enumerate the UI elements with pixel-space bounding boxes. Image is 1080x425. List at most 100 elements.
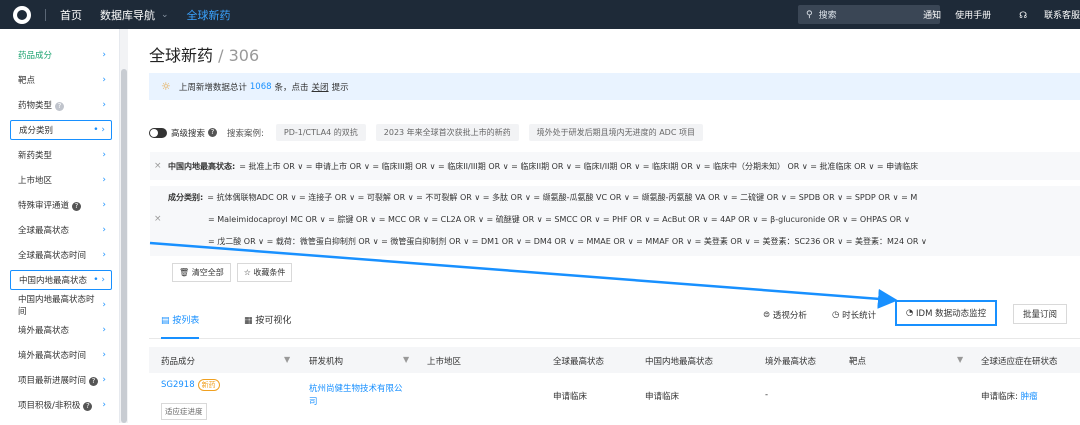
chevron-right-icon: • › [93, 275, 105, 285]
trash-icon: 🗑 [179, 268, 190, 277]
search-placeholder: 搜索 [818, 11, 837, 21]
search-example-tag[interactable]: 境外处于研发后期且境内无进度的 ADC 项目 [528, 124, 703, 141]
chevron-right-icon: › [102, 300, 106, 310]
grid-icon: ▦ [244, 316, 253, 326]
search-example-label: 搜索案例: [227, 128, 264, 139]
app-logo[interactable] [13, 5, 31, 24]
search-example-tag[interactable]: PD-1/CTLA4 的双抗 [275, 124, 366, 141]
filter-icon[interactable]: ▼ [403, 355, 409, 364]
filter-row[interactable]: = 戊二酸 OR ∨ = 载荷：微管蛋白抑制剂 OR ∨ = 微管蛋白抑制剂 O… [208, 236, 927, 247]
column-header: 上市地区 [427, 357, 462, 367]
org-link[interactable]: 杭州尚健生物技术有限公司 [309, 383, 409, 409]
main-content: 全球新药 / 306 ☼ 上周新增数据总计 1068 条，点击 关闭 提示 高级… [128, 29, 1080, 423]
sidebar-scrollbar[interactable] [120, 29, 128, 423]
sidebar-item-project-active[interactable]: 项目积极/非积极? › [10, 395, 112, 415]
filter-label: 中国内地最高状态: [168, 162, 236, 171]
idm-monitor-button[interactable]: ◔ IDM 数据动态监控 [895, 300, 997, 326]
nav-global-new-drugs[interactable]: 全球新药 [187, 7, 231, 23]
column-header[interactable]: 中国内地最高状态 [645, 355, 713, 367]
sidebar-item-drug-type[interactable]: 药物类型? › [10, 95, 112, 115]
search-example-tag[interactable]: 2023 年来全球首次获批上市的新药 [375, 124, 519, 141]
headset-icon: ☊ [1019, 11, 1028, 21]
filter-sidebar: 药品成分 › 靶点 › 药物类型? › 成分类别 • › 新药类型 › 上市地区 › 特殊审… [0, 29, 120, 423]
nav-database[interactable]: 数据库导航 ⌄ [100, 7, 169, 23]
sidebar-item-latest-progress[interactable]: 项目最新进展时间? › [10, 370, 112, 390]
tab-visualization[interactable]: ▦ 按可视化 [244, 313, 291, 326]
star-icon: ☆ [243, 268, 251, 277]
sidebar-item-market-region[interactable]: 上市地区 › [10, 170, 112, 190]
chevron-down-icon: ⌄ [161, 9, 169, 20]
sidebar-item-new-drug-type[interactable]: 新药类型 › [10, 145, 112, 165]
chevron-right-icon: › [102, 175, 106, 185]
global-status-cell: 申请临床 [553, 392, 588, 402]
sidebar-item-overseas-status[interactable]: 境外最高状态 › [10, 320, 112, 340]
column-header[interactable]: 全球最高状态 [553, 355, 604, 367]
clear-all-button[interactable]: 🗑 清空全部 [172, 263, 231, 282]
help-icon[interactable]: ? [55, 102, 65, 111]
duration-stats-button[interactable]: ◷ 时长统计 [832, 309, 876, 321]
manual-link[interactable]: 使用手册 [955, 8, 991, 21]
page-title: 全球新药 / 306 [149, 42, 259, 66]
sidebar-item-china-status[interactable]: 中国内地最高状态 • › [10, 270, 112, 290]
sidebar-item-label: 特殊审评通道 [18, 201, 70, 211]
sidebar-item-ingredient-category[interactable]: 成分类别 • › [10, 120, 112, 140]
drug-cell: SG2918 新药 [161, 379, 220, 391]
sidebar-item-china-status-time[interactable]: 中国内地最高状态时间 › [10, 295, 112, 317]
sidebar-item-global-status[interactable]: 全球最高状态 › [10, 220, 112, 240]
new-drug-badge: 新药 [197, 379, 220, 391]
filter-ingredient-category: × 成分类别: = 抗体偶联物ADC OR ∨ = 连接子 OR ∨ = 可裂解 … [150, 186, 1080, 256]
filter-row[interactable]: 成分类别: = 抗体偶联物ADC OR ∨ = 连接子 OR ∨ = 可裂解 OR… [168, 192, 917, 203]
sidebar-item-label: 中国内地最高状态时间 [18, 295, 95, 317]
top-right-links: 通知 使用手册 ☊ 联系客服 [909, 0, 1080, 29]
advanced-search-label: 高级搜索 [171, 128, 206, 139]
indication-link[interactable]: 肿瘤 [1021, 392, 1038, 402]
column-header[interactable]: 境外最高状态 [765, 355, 816, 367]
chevron-right-icon: › [102, 225, 106, 235]
help-icon[interactable]: ? [83, 402, 93, 411]
nav-home[interactable]: 首页 [60, 7, 82, 23]
help-icon[interactable]: ? [72, 202, 82, 211]
advanced-search-toggle[interactable] [149, 127, 167, 138]
clear-all-label: 清空全部 [191, 268, 224, 277]
filter-icon[interactable]: ▼ [284, 355, 290, 364]
tab-label: 按列表 [172, 316, 200, 326]
sidebar-item-special-review[interactable]: 特殊审评通道? › [10, 195, 112, 215]
chevron-right-icon: › [102, 400, 106, 410]
help-icon[interactable]: ? [89, 377, 99, 386]
batch-subscribe-button[interactable]: 批量订阅 [1013, 304, 1067, 324]
notice-close-link[interactable]: 关闭 [312, 81, 329, 93]
pivot-analysis-button[interactable]: ⊜ 透视分析 [763, 309, 807, 321]
idm-label: IDM 数据动态监控 [916, 309, 987, 319]
sidebar-item-target[interactable]: 靶点 › [10, 70, 112, 90]
chevron-right-icon: › [102, 375, 106, 385]
sidebar-item-overseas-status-time[interactable]: 境外最高状态时间 › [10, 345, 112, 365]
sidebar-item-global-status-time[interactable]: 全球最高状态时间 › [10, 245, 112, 265]
chevron-right-icon: › [102, 50, 106, 60]
scrollbar-thumb[interactable] [121, 69, 127, 423]
close-icon[interactable]: × [154, 214, 162, 224]
sidebar-item-drug-ingredient[interactable]: 药品成分 › [10, 45, 112, 65]
sidebar-item-label: 全球最高状态 [18, 226, 70, 236]
filter-row[interactable]: = Maleimidocaproyl MC OR ∨ = 腙键 OR ∨ = M… [208, 214, 910, 225]
chevron-right-icon: • › [93, 125, 105, 135]
save-conditions-button[interactable]: ☆ 收藏条件 [236, 263, 293, 282]
close-icon[interactable]: × [154, 161, 162, 171]
top-navigation-bar: 首页 数据库导航 ⌄ 全球新药 ⚲ 搜索 通知 使用手册 ☊ 联系客服 [0, 0, 1080, 29]
lightbulb-icon: ☼ [161, 80, 171, 93]
help-icon[interactable]: ? [208, 128, 218, 137]
filter-values: = 戊二酸 OR ∨ = 载荷：微管蛋白抑制剂 OR ∨ = 微管蛋白抑制剂 O… [208, 237, 927, 246]
chevron-right-icon: › [102, 350, 106, 360]
contact-link[interactable]: ☊ 联系客服 [1005, 8, 1080, 21]
drug-link[interactable]: SG2918 [161, 380, 195, 390]
indication-cell: 申请临床: 肿瘤 [981, 390, 1038, 402]
indication-progress-button[interactable]: 适应症进度 [161, 403, 207, 420]
filter-row[interactable]: 中国内地最高状态: = 批准上市 OR ∨ = 申请上市 OR ∨ = 临床III… [168, 161, 918, 172]
nav-database-label: 数据库导航 [100, 8, 155, 22]
column-header: 靶点 [849, 357, 867, 367]
sidebar-item-label: 全球最高状态时间 [18, 251, 87, 261]
tab-list[interactable]: ▤ 按列表 [161, 313, 200, 339]
notice-link[interactable]: 通知 [923, 8, 941, 21]
filter-values: = 批准上市 OR ∨ = 申请上市 OR ∨ = 临床III期 OR ∨ = … [239, 162, 919, 171]
chevron-right-icon: › [102, 325, 106, 335]
filter-icon[interactable]: ▼ [957, 355, 963, 364]
